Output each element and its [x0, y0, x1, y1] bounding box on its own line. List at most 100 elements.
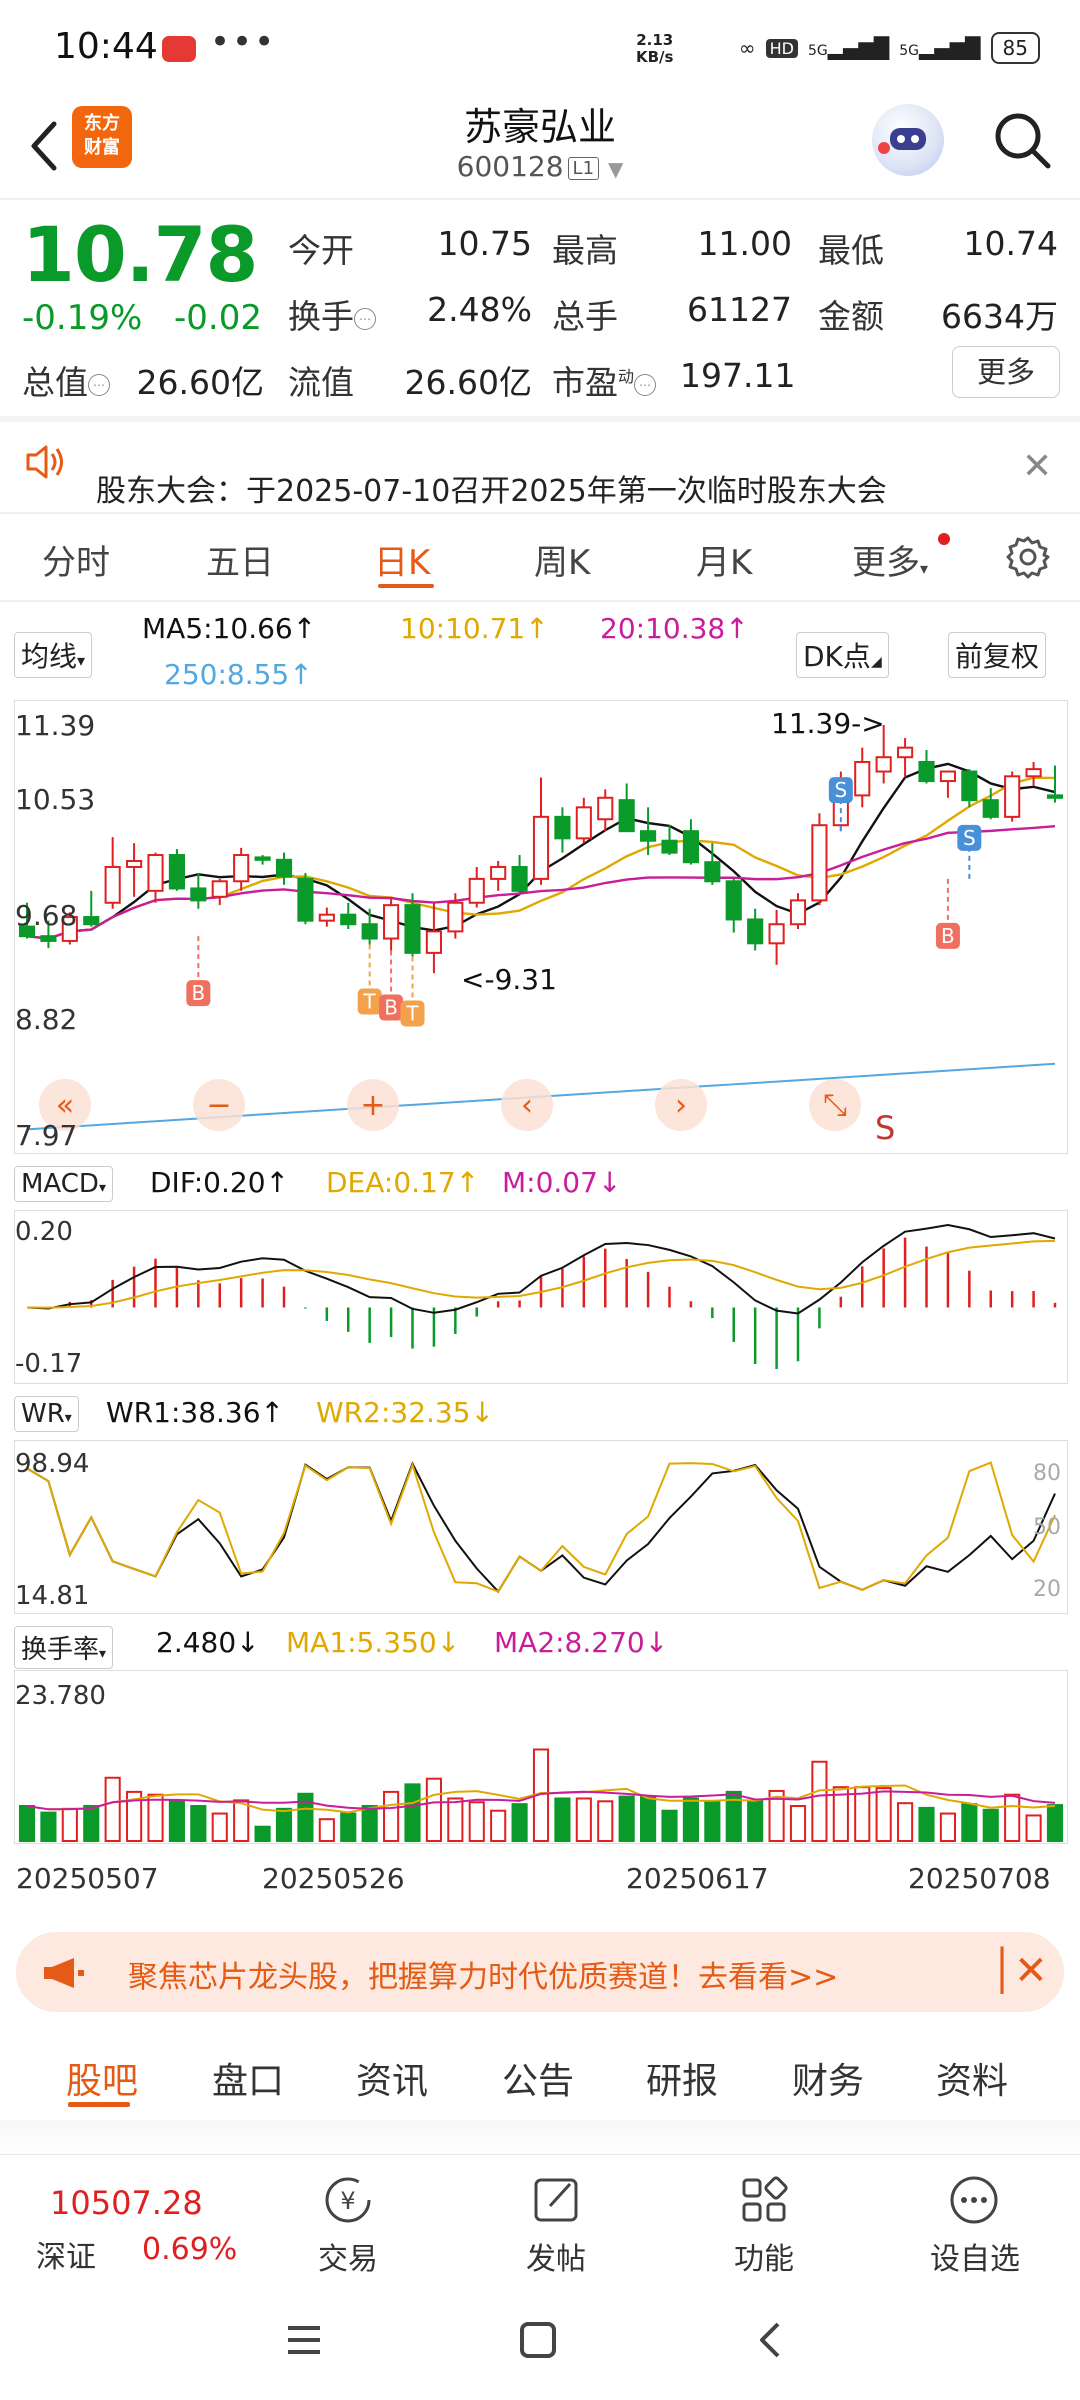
candle-body [854, 760, 871, 797]
tip-marker-label: T [405, 1001, 419, 1025]
compose-icon[interactable] [528, 2172, 584, 2228]
pe-label[interactable]: 市盈动 ⋯ [552, 356, 657, 404]
tab-research[interactable]: 研报 [646, 2052, 718, 2104]
tab-intraday[interactable]: 分时 [42, 535, 110, 584]
home-icon[interactable] [518, 2320, 558, 2360]
candle-body [468, 877, 485, 904]
ma250-value: 250:8.55↑ [164, 658, 313, 691]
wr-svg [26, 1461, 1056, 1594]
turnover-label[interactable]: 换手 ⋯ [288, 290, 376, 338]
wr2-value: WR2:32.35↓ [316, 1396, 495, 1429]
volume-label: 总手 [552, 297, 618, 336]
tab-five-day[interactable]: 五日 [206, 535, 274, 584]
index-value[interactable]: 10507.28 [50, 2184, 203, 2222]
dk-point-button[interactable]: DK点◢ [796, 632, 889, 678]
wr-selector[interactable]: WR▾ [14, 1396, 79, 1432]
mktcap-value: 26.60亿 [136, 363, 264, 402]
turnover-bar [18, 1805, 36, 1843]
turnover-bar [447, 1797, 464, 1842]
index-change[interactable]: 0.69% [142, 2232, 237, 2267]
wr-y-bottom: 14.81 [15, 1581, 90, 1611]
network-speed: 2.13 KB/s [636, 31, 674, 66]
search-icon[interactable] [990, 108, 1054, 172]
index-name[interactable]: 深证 [36, 2232, 96, 2276]
features-label[interactable]: 功能 [714, 2234, 814, 2278]
candle-body [511, 865, 528, 892]
chart-control-icon: « [56, 1088, 74, 1123]
tab-monthly-k[interactable]: 月K [696, 535, 752, 584]
y-axis-mid2: 9.68 [15, 899, 78, 932]
macd-selector[interactable]: MACD▾ [14, 1166, 113, 1202]
candle-body [768, 923, 785, 945]
y-axis-top: 11.39 [15, 709, 96, 742]
tab-more[interactable]: 更多▾ [852, 535, 928, 584]
info-icon: ⋯ [88, 373, 110, 396]
signal-s-label: S [875, 1109, 896, 1147]
close-icon[interactable]: │✕ [990, 1948, 1048, 1994]
wr-y-top: 98.94 [15, 1449, 90, 1479]
wr-ref-20: 20 [1033, 1577, 1061, 1602]
tab-forum[interactable]: 股吧 [66, 2052, 138, 2104]
candle-body [918, 760, 935, 783]
grid-icon[interactable] [736, 2172, 792, 2228]
menu-icon[interactable] [284, 2320, 324, 2360]
turnover-bar [789, 1805, 807, 1843]
turnover-bar [575, 1797, 592, 1842]
candle-body [661, 839, 678, 854]
close-icon[interactable]: ✕ [1022, 446, 1052, 487]
kline-chart[interactable]: B T B T S B S «− + ‹ › ⤡ 11.39 10.53 9.68 8.82 7.97… [14, 700, 1068, 1154]
more-circle-icon[interactable] [946, 2172, 1002, 2228]
tab-daily-k[interactable]: 日K [374, 535, 430, 584]
tab-weekly-k[interactable]: 周K [534, 535, 590, 584]
assistant-avatar[interactable] [872, 104, 944, 176]
kline-svg: B T B TSBS« − + ‹ › ⤡ [18, 725, 1064, 1131]
more-quote-button[interactable]: 更多 [952, 346, 1060, 398]
watchlist-label[interactable]: 设自选 [920, 2234, 1030, 2278]
system-back-icon[interactable] [752, 2320, 792, 2360]
turnover-bar [747, 1800, 764, 1843]
candle-body [682, 830, 699, 864]
post-label[interactable]: 发帖 [506, 2234, 606, 2278]
tab-news[interactable]: 资讯 [356, 2052, 428, 2104]
macd-chart[interactable]: 0.20 -0.17 [14, 1210, 1068, 1384]
gear-icon[interactable] [1006, 535, 1050, 579]
promo-text[interactable]: 聚焦芯片龙头股，把握算力时代优质赛道！去看看>> [128, 1952, 838, 1996]
divider [0, 198, 1080, 200]
float-value: 26.60亿 [404, 363, 532, 402]
tab-announcements[interactable]: 公告 [502, 2052, 574, 2104]
tab-underline [378, 584, 434, 588]
change-percent: -0.19% [22, 298, 143, 338]
candle-body [747, 918, 764, 945]
mktcap-label[interactable]: 总值 ⋯ [22, 356, 110, 404]
y-axis-mid1: 10.53 [15, 783, 96, 816]
candle-body [404, 904, 421, 954]
chevron-down-icon: ▼ [607, 157, 624, 181]
ma-selector[interactable]: 均线▾ [14, 632, 93, 678]
turnover-bar [318, 1818, 335, 1842]
trade-icon[interactable]: ¥ [320, 2172, 376, 2228]
tab-finance[interactable]: 财务 [792, 2052, 864, 2104]
y-axis-bottom: 7.97 [15, 1119, 78, 1152]
turnover-bar [404, 1783, 421, 1842]
turnover-chart[interactable]: 23.780 [14, 1670, 1068, 1844]
low-label: 最低 [818, 231, 884, 270]
turnover-bar [811, 1760, 828, 1842]
candle-body [190, 887, 207, 902]
adjust-button[interactable]: 前复权 [948, 632, 1047, 678]
turnover-bar [211, 1812, 228, 1842]
candle-body [490, 865, 507, 880]
candle-body [640, 830, 657, 842]
candle-body [789, 899, 807, 926]
tab-profile[interactable]: 资料 [936, 2052, 1008, 2104]
turnover-bar [618, 1795, 635, 1842]
candle-body [126, 860, 143, 868]
candle-body [1004, 775, 1021, 818]
turnover-selector[interactable]: 换手率▾ [14, 1626, 114, 1669]
turnover-bar [704, 1800, 721, 1843]
trade-label[interactable]: 交易 [298, 2234, 398, 2278]
notice-text[interactable]: 股东大会：于2025-07-10召开2025年第一次临时股东大会 [96, 466, 887, 510]
tab-orderbook[interactable]: 盘口 [212, 2052, 284, 2104]
wr-chart[interactable]: 98.94 14.81 80 50 20 [14, 1440, 1068, 1614]
candle-body [233, 854, 250, 883]
caret-down-icon: ▾ [920, 559, 929, 578]
